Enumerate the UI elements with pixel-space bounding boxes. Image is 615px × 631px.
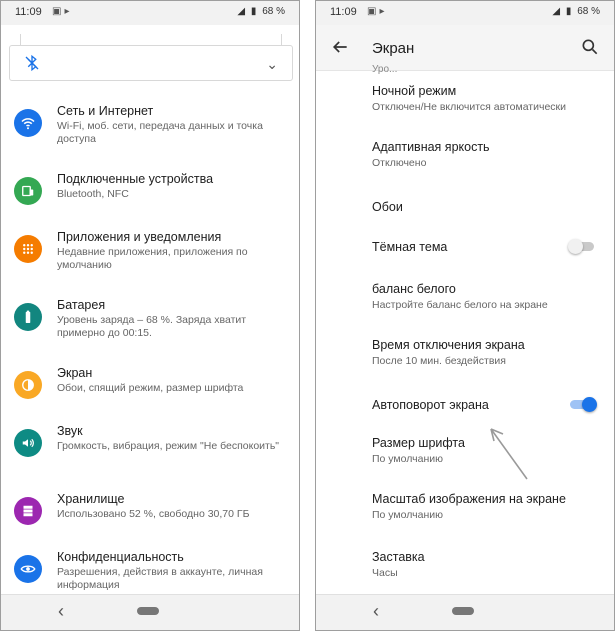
- display-setting-item[interactable]: Адаптивная яркость Отключено: [316, 127, 614, 185]
- back-arrow-icon[interactable]: [330, 37, 350, 57]
- settings-item-title: Конфиденциальность: [57, 550, 184, 564]
- display-item-title: Заставка: [372, 550, 425, 564]
- settings-item-subtitle: Недавние приложения, приложения по умолч…: [57, 246, 248, 271]
- display-setting-item[interactable]: Время отключения экрана После 10 мин. без…: [316, 325, 614, 383]
- apps-icon: [14, 235, 42, 263]
- settings-item[interactable]: Экран Обои, спящий режим, размер шрифта: [1, 359, 299, 417]
- settings-item-subtitle: Обои, спящий режим, размер шрифта: [57, 382, 244, 394]
- display-item-title: Ночной режим: [372, 84, 457, 98]
- wifi-icon: [14, 109, 42, 137]
- battery-status-icon: ▮: [250, 6, 257, 17]
- display-item-title: Обои: [372, 200, 403, 214]
- status-time: 11:09: [330, 6, 357, 18]
- settings-item-title: Батарея: [57, 298, 106, 312]
- switch-thumb: [582, 397, 597, 412]
- settings-item[interactable]: Хранилище Использовано 52 %, свободно 30,…: [1, 485, 299, 543]
- display-setting-item[interactable]: баланс белого Настройте баланс белого на …: [316, 269, 614, 325]
- brightness-icon: [14, 371, 42, 399]
- status-right: ◢ ▮ 68 %: [549, 6, 600, 17]
- battery-icon: [14, 303, 42, 331]
- app-bar: Экран: [316, 25, 614, 71]
- settings-item[interactable]: Звук Громкость, вибрация, режим "Не беспо…: [1, 417, 299, 485]
- settings-item-subtitle: Разрешения, действия в аккаунте, личная …: [57, 566, 263, 591]
- settings-item[interactable]: Подключенные устройства Bluetooth, NFC: [1, 165, 299, 223]
- status-right: ◢ ▮ 68 %: [234, 6, 285, 17]
- display-item-subtitle: Отключен/Не включится автоматически: [372, 101, 567, 113]
- settings-item-subtitle: Уровень заряда – 68 %. Заряда хватит при…: [57, 314, 247, 339]
- settings-item[interactable]: Батарея Уровень заряда – 68 %. Заряда хва…: [1, 291, 299, 359]
- settings-item[interactable]: Приложения и уведомления Недавние приложе…: [1, 223, 299, 291]
- display-item-subtitle: Настройте баланс белого на экране: [372, 299, 548, 311]
- display-setting-item[interactable]: Обои: [316, 185, 614, 225]
- search-icon[interactable]: [580, 37, 600, 57]
- storage-icon: [14, 497, 42, 525]
- page-title: Экран: [372, 40, 415, 57]
- display-item-title: Адаптивная яркость: [372, 140, 490, 154]
- display-item-title: Масштаб изображения на экране: [372, 492, 566, 506]
- status-bar: 11:09 ▣▸ ◢ ▮ 68 %: [1, 1, 299, 25]
- settings-screen: 11:09 ▣▸ ◢ ▮ 68 % ⌄ Сеть и Интернет Wi-Fi…: [0, 0, 300, 631]
- display-settings-list: Уро... Ночной режим Отключен/Не включится…: [316, 64, 614, 579]
- battery-status-icon: ▮: [565, 6, 572, 17]
- settings-list: Сеть и Интернет Wi-Fi, моб. сети, передач…: [1, 97, 299, 630]
- signal-icon: ◢: [237, 6, 246, 17]
- settings-item-title: Звук: [57, 424, 83, 438]
- settings-item-title: Хранилище: [57, 492, 125, 506]
- settings-item[interactable]: Сеть и Интернет Wi-Fi, моб. сети, передач…: [1, 97, 299, 165]
- chevron-down-icon[interactable]: ⌄: [266, 56, 278, 73]
- settings-item-title: Экран: [57, 366, 93, 380]
- display-item-subtitle: Часы: [372, 567, 398, 579]
- annotation-arrow-icon: [490, 428, 528, 480]
- settings-item-subtitle: Использовано 52 %, свободно 30,70 ГБ: [57, 508, 250, 520]
- display-item-title: баланс белого: [372, 282, 456, 296]
- settings-item-title: Подключенные устройства: [57, 172, 214, 186]
- nav-back-icon[interactable]: ‹: [58, 601, 64, 622]
- quick-settings-card[interactable]: ⌄: [9, 34, 293, 81]
- settings-item-subtitle: Bluetooth, NFC: [57, 188, 129, 200]
- bluetooth-off-icon[interactable]: [23, 54, 41, 72]
- display-setting-item[interactable]: Заставка Часы: [316, 537, 614, 579]
- toggle-switch[interactable]: [568, 239, 596, 254]
- battery-percent: 68 %: [262, 6, 285, 17]
- notification-icons: ▣▸: [367, 6, 388, 17]
- nav-back-icon[interactable]: ‹: [373, 601, 379, 622]
- display-setting-item[interactable]: Тёмная тема: [316, 225, 614, 269]
- devices-icon: [14, 177, 42, 205]
- display-settings-screen: 11:09 ▣▸ ◢ ▮ 68 % Экран Уро... Ночной ре…: [315, 0, 615, 631]
- volume-icon: [14, 429, 42, 457]
- display-setting-item[interactable]: Размер шрифта По умолчанию: [316, 423, 614, 479]
- switch-thumb: [568, 239, 583, 254]
- settings-item-title: Приложения и уведомления: [57, 230, 222, 244]
- settings-item-subtitle: Громкость, вибрация, режим "Не беспокоит…: [57, 440, 280, 452]
- card-edge: [20, 34, 282, 46]
- status-bar: 11:09 ▣▸ ◢ ▮ 68 %: [316, 1, 614, 25]
- signal-icon: ◢: [552, 6, 561, 17]
- nav-home-pill[interactable]: [137, 607, 159, 615]
- display-item-title: Время отключения экрана: [372, 338, 525, 352]
- navigation-bar: ‹: [1, 594, 299, 630]
- privacy-eye-icon: [14, 555, 42, 583]
- display-setting-item[interactable]: Ночной режим Отключен/Не включится автома…: [316, 71, 614, 127]
- settings-item-subtitle: Wi-Fi, моб. сети, передача данных и точк…: [57, 120, 263, 145]
- toggle-switch[interactable]: [570, 397, 597, 412]
- display-item-subtitle: По умолчанию: [372, 509, 444, 521]
- settings-item-title: Сеть и Интернет: [57, 104, 154, 118]
- nav-home-pill[interactable]: [452, 607, 474, 615]
- status-time: 11:09: [15, 6, 42, 18]
- display-item-subtitle: Отключено: [372, 157, 427, 169]
- display-setting-item[interactable]: Автоповорот экрана: [316, 383, 614, 423]
- display-setting-item[interactable]: Масштаб изображения на экране По умолчани…: [316, 479, 614, 537]
- notification-icons: ▣▸: [52, 6, 73, 17]
- navigation-bar: ‹: [316, 594, 614, 630]
- display-item-subtitle: После 10 мин. бездействия: [372, 355, 506, 367]
- battery-percent: 68 %: [577, 6, 600, 17]
